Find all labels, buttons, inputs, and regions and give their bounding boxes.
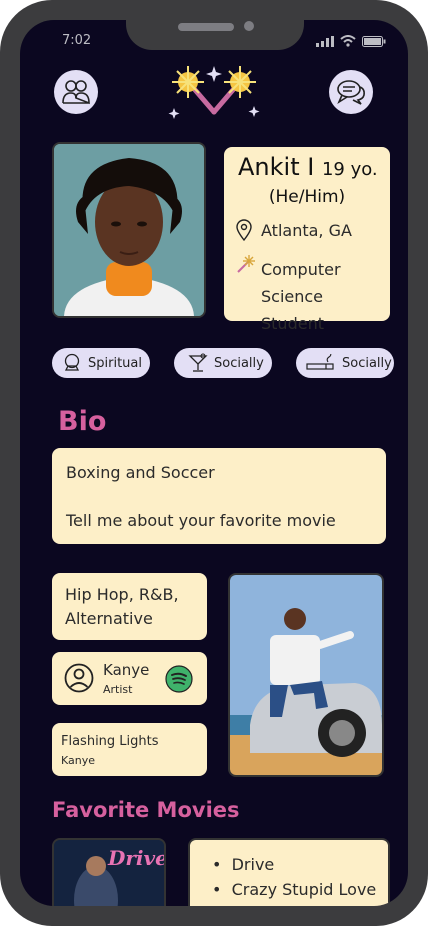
profile-photo[interactable] (52, 142, 206, 318)
profile-location: Atlanta, GA (261, 221, 352, 240)
chip-religion-label: Spiritual (88, 355, 142, 371)
profile-age: 19 yo. (321, 159, 378, 180)
phone-frame: 7:02 Ankit I 19 yo. (He/Him) Atlanta, GA… (0, 0, 428, 926)
genres-line-2: Alternative (65, 609, 153, 628)
wifi-icon (340, 35, 356, 47)
chip-religion: Spiritual (52, 348, 150, 378)
artist-card[interactable]: Kanye Artist (52, 652, 207, 705)
car-photo (230, 575, 382, 775)
cocktail-glass-icon (188, 353, 208, 372)
bio-line-1: Boxing and Soccer (66, 463, 215, 482)
bio-line-2: Tell me about your favorite movie (66, 511, 336, 530)
movie-title: Crazy Stupid Love (231, 880, 377, 899)
artist-role: Artist (103, 683, 133, 696)
spotify-icon[interactable] (165, 665, 193, 693)
movie-title: Drive (231, 855, 275, 874)
user-avatar-icon (64, 663, 94, 693)
signal-icon (316, 35, 334, 47)
poster-title: Drive (108, 846, 166, 870)
sparkler-logo-icon (168, 66, 260, 119)
profile-name: Ankit I (238, 153, 315, 181)
occupation-line-1: Computer (261, 260, 341, 279)
battery-icon (362, 35, 386, 47)
crystal-ball-icon (64, 353, 80, 371)
song-artist: Kanye (61, 754, 96, 767)
chip-smoking-label: Socially (342, 355, 392, 371)
artist-name: Kanye (103, 661, 150, 679)
favorite-movies-heading: Favorite Movies (52, 798, 240, 822)
song-title: Flashing Lights (61, 734, 159, 749)
profile-portrait (54, 144, 204, 316)
song-card[interactable]: Flashing Lights Kanye (52, 723, 207, 776)
occupation-sparkle-icon (237, 255, 255, 273)
profile-pronouns: (He/Him) (268, 187, 346, 207)
notch (126, 20, 304, 50)
speaker (178, 23, 234, 31)
bio-card: Boxing and Soccer Tell me about your fav… (52, 448, 386, 544)
movie-poster[interactable]: Drive (52, 838, 166, 906)
movie-list: • Drive • Crazy Stupid Love (212, 852, 376, 902)
front-camera (244, 21, 254, 31)
cigarette-icon (306, 354, 334, 370)
genres-line-1: Hip Hop, R&B, (65, 585, 179, 604)
location-pin-icon (236, 219, 252, 241)
people-icon (62, 80, 90, 105)
movie-list-card: • Drive • Crazy Stupid Love (188, 838, 390, 906)
status-time: 7:02 (62, 33, 92, 48)
profile-info-card: Ankit I 19 yo. (He/Him) Atlanta, GA Comp… (224, 147, 390, 333)
chip-drinking-label: Socially (214, 355, 264, 371)
movie-list-item: • Crazy Stupid Love (212, 880, 377, 899)
matches-button[interactable] (54, 70, 98, 114)
chip-drinking: Socially (174, 348, 272, 378)
occupation-line-2: Science Student (261, 287, 324, 333)
profile-occupation: Computer Science Student (261, 256, 390, 337)
status-icons (316, 35, 386, 47)
bio-heading: Bio (58, 406, 107, 437)
movie-list-item: • Drive (212, 855, 275, 874)
second-photo[interactable] (228, 573, 384, 777)
chat-bubbles-icon (337, 80, 365, 105)
chip-smoking: Socially (296, 348, 394, 378)
music-genres-card: Hip Hop, R&B, Alternative (52, 573, 207, 640)
messages-button[interactable] (329, 70, 373, 114)
app-screen: 7:02 Ankit I 19 yo. (He/Him) Atlanta, GA… (20, 20, 408, 906)
